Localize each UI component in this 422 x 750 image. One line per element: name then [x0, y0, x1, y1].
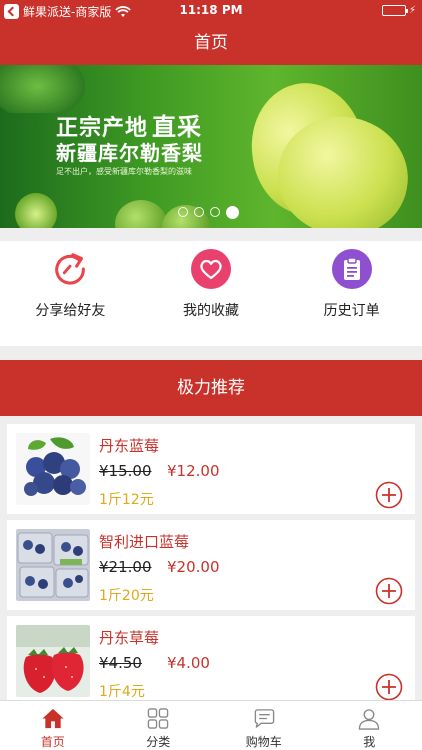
share-label: 分享给好友	[35, 303, 106, 319]
product-original-price: ¥4.50	[99, 654, 142, 672]
banner-caption: 足不出户，感受新疆库尔勒香梨的滋味	[56, 167, 192, 176]
grid-icon	[147, 708, 169, 729]
strawberry-image	[16, 625, 90, 697]
app-screen: 鲜果派送-商家版 11:18 PM ⚡ 首页 正宗产地 直采 新疆库尔勒香梨 足不…	[0, 0, 422, 750]
heart-icon	[191, 249, 231, 289]
packaged-blueberry-image	[16, 529, 90, 601]
add-to-cart-button[interactable]	[375, 481, 403, 509]
product-original-price: ¥15.00	[99, 462, 152, 480]
tab-category[interactable]: 分类	[106, 701, 212, 750]
home-icon	[42, 708, 64, 729]
banner-subheadline: 新疆库尔勒香梨	[56, 141, 203, 165]
order-history-action[interactable]: 历史订单	[281, 241, 422, 346]
tab-profile[interactable]: 我	[317, 701, 422, 750]
battery-icon	[381, 5, 408, 16]
product-unit-price: 1斤12元	[99, 492, 154, 508]
lime-decoration	[15, 193, 57, 228]
product-original-price: ¥21.00	[99, 558, 152, 576]
blueberry-image	[16, 433, 90, 505]
charging-icon: ⚡	[408, 5, 416, 16]
recommend-title: 极力推荐	[177, 378, 245, 398]
status-right: ⚡	[381, 5, 416, 16]
page-dot[interactable]	[178, 207, 188, 217]
tab-category-label: 分类	[146, 735, 171, 749]
page-dot[interactable]	[210, 207, 220, 217]
status-time: 11:18 PM	[179, 3, 243, 17]
status-bar: 鲜果派送-商家版 11:18 PM ⚡	[0, 0, 422, 22]
apple-decoration	[115, 200, 167, 228]
nav-bar: 首页	[0, 22, 422, 65]
product-card[interactable]: 智利进口蓝莓 ¥21.00 ¥20.00 1斤20元	[7, 520, 415, 610]
cart-icon	[254, 709, 275, 728]
favorites-label: 我的收藏	[183, 303, 239, 319]
order-history-label: 历史订单	[323, 303, 380, 319]
favorites-action[interactable]: 我的收藏	[141, 241, 282, 346]
product-name: 丹东草莓	[99, 629, 160, 647]
product-price: ¥12.00	[167, 462, 220, 480]
tab-home[interactable]: 首页	[0, 701, 106, 750]
recommend-header: 极力推荐	[0, 360, 422, 416]
page-dot[interactable]	[194, 207, 204, 217]
page-title: 首页	[194, 33, 228, 53]
share-action[interactable]: 分享给好友	[0, 241, 141, 346]
tab-profile-label: 我	[363, 735, 376, 749]
clipboard-icon	[331, 249, 372, 289]
person-icon	[358, 709, 380, 730]
product-price: ¥20.00	[167, 558, 220, 576]
tab-bar: 首页 分类 购物车 我	[0, 700, 422, 750]
page-dot-active[interactable]	[226, 205, 239, 219]
product-name: 智利进口蓝莓	[99, 533, 190, 551]
product-unit-price: 1斤20元	[99, 588, 154, 604]
product-card[interactable]: 丹东草莓 ¥4.50 ¥4.00 1斤4元	[7, 616, 415, 706]
add-to-cart-button[interactable]	[375, 673, 403, 701]
product-name: 丹东蓝莓	[99, 437, 160, 455]
product-price: ¥4.00	[167, 654, 210, 672]
product-card[interactable]: 丹东蓝莓 ¥15.00 ¥12.00 1斤12元	[7, 424, 415, 514]
tab-home-label: 首页	[40, 735, 65, 749]
tab-cart[interactable]: 购物车	[211, 701, 317, 750]
quick-actions: 分享给好友 我的收藏 历史订单	[0, 241, 422, 346]
lettuce-decoration	[0, 65, 85, 113]
share-icon	[50, 249, 90, 289]
product-unit-price: 1斤4元	[99, 684, 145, 700]
promo-banner[interactable]: 正宗产地 直采 新疆库尔勒香梨 足不出户，感受新疆库尔勒香梨的滋味	[0, 65, 422, 228]
banner-page-indicator[interactable]	[178, 205, 239, 219]
add-to-cart-button[interactable]	[375, 577, 403, 605]
tab-cart-label: 购物车	[245, 735, 282, 749]
